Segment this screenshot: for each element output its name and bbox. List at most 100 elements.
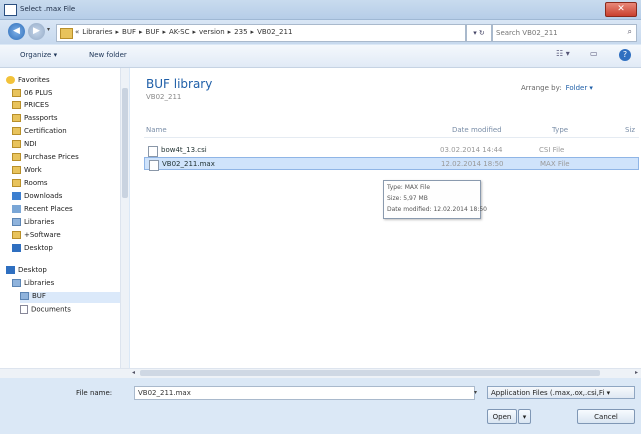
- file-name: bow4t_13.csi: [161, 146, 207, 154]
- desktop-icon: [6, 266, 15, 274]
- nav-item-libraries[interactable]: Libraries: [12, 279, 54, 290]
- breadcrumb-segment[interactable]: AK-SC: [169, 28, 190, 36]
- breadcrumb-segment[interactable]: BUF: [146, 28, 160, 36]
- new-folder-button[interactable]: New folder: [89, 51, 127, 59]
- library-title: BUF library: [146, 77, 213, 91]
- search-box[interactable]: ⌕: [492, 24, 637, 42]
- breadcrumb-segment[interactable]: 235: [234, 28, 247, 36]
- nav-item-downloads[interactable]: Downloads: [12, 192, 62, 203]
- filename-input[interactable]: [134, 386, 475, 400]
- breadcrumb-segment[interactable]: «: [75, 28, 79, 36]
- nav-item-label: Libraries: [24, 279, 55, 287]
- open-dropdown-button[interactable]: ▾: [518, 409, 531, 424]
- folder-icon: [12, 140, 21, 148]
- library-icon: [12, 279, 21, 287]
- library-icon: [20, 292, 29, 300]
- scroll-left-icon[interactable]: ◂: [132, 369, 135, 376]
- nav-item-software[interactable]: +Software: [12, 231, 61, 242]
- nav-item-label: Recent Places: [24, 205, 73, 213]
- recent-locations-dropdown[interactable]: ▾: [47, 26, 50, 33]
- file-icon: [149, 160, 159, 171]
- nav-item-rooms[interactable]: Rooms: [12, 179, 48, 190]
- search-icon[interactable]: ⌕: [628, 27, 632, 37]
- file-list-pane: BUF library VB02_211 Arrange by: Folder ▾…: [130, 68, 641, 369]
- navigation-scrollbar[interactable]: [120, 68, 129, 369]
- file-row[interactable]: VB02_211.max 12.02.2014 18:50 MAX File: [144, 157, 639, 171]
- scrollbar-thumb[interactable]: [140, 370, 600, 376]
- address-bar: ◀ ▶ ▾ «Libraries ▸ BUF ▸ BUF ▸ AK-SC ▸ version ▸ 2…: [0, 20, 641, 44]
- nav-item-label: Certification: [24, 127, 67, 135]
- cancel-button[interactable]: Cancel: [577, 409, 635, 424]
- scroll-right-icon[interactable]: ▸: [635, 369, 638, 376]
- column-header-name[interactable]: Name: [146, 126, 167, 134]
- tooltip-date: Date modified: 12.02.2014 18:50: [387, 206, 487, 213]
- breadcrumb-segment[interactable]: version: [199, 28, 225, 36]
- nav-item-buf[interactable]: BUF: [20, 292, 120, 303]
- library-icon: [12, 218, 21, 226]
- nav-item-prices[interactable]: PRICES: [12, 101, 49, 112]
- nav-item-documents[interactable]: Documents: [20, 305, 71, 316]
- open-button[interactable]: Open: [487, 409, 517, 424]
- breadcrumb-segment[interactable]: ▸: [251, 28, 255, 36]
- scrollbar-thumb[interactable]: [122, 88, 128, 198]
- downloads-icon: [12, 192, 21, 200]
- back-button[interactable]: ◀: [8, 23, 25, 40]
- nav-item-ndi[interactable]: NDI: [12, 140, 37, 151]
- column-header-size[interactable]: Siz: [625, 126, 635, 134]
- filename-dropdown-icon[interactable]: ▾: [474, 389, 477, 396]
- breadcrumb-segment[interactable]: ▸: [193, 28, 197, 36]
- nav-item-label: Desktop: [18, 266, 47, 274]
- nav-item-work[interactable]: Work: [12, 166, 42, 177]
- preview-pane-icon[interactable]: ▭: [590, 49, 598, 58]
- command-bar: Organize ▾ New folder ☷ ▾ ▭ ?: [0, 45, 641, 68]
- file-type: MAX File: [540, 160, 570, 168]
- breadcrumb-segment[interactable]: VB02_211: [257, 28, 292, 36]
- column-header-type[interactable]: Type: [552, 126, 568, 134]
- folder-icon: [60, 28, 73, 39]
- breadcrumb-segment[interactable]: Libraries: [82, 28, 112, 36]
- file-row[interactable]: bow4t_13.csi 03.02.2014 14:44 CSI File: [144, 144, 639, 157]
- organize-button[interactable]: Organize ▾: [20, 51, 57, 59]
- file-date: 03.02.2014 14:44: [440, 146, 503, 154]
- nav-item-label: Downloads: [24, 192, 63, 200]
- header-divider: [144, 137, 639, 138]
- nav-item-purchase-prices[interactable]: Purchase Prices: [12, 153, 79, 164]
- navigation-horizontal-scrollbar[interactable]: [0, 368, 130, 378]
- nav-item-desktop[interactable]: Desktop: [6, 266, 47, 277]
- nav-item-certification[interactable]: Certification: [12, 127, 67, 138]
- star-icon: [6, 76, 15, 84]
- nav-item-desktop[interactable]: Desktop: [12, 244, 53, 255]
- arrange-by-dropdown[interactable]: Folder ▾: [566, 84, 593, 92]
- library-subtitle: VB02_211: [146, 93, 182, 101]
- dialog-footer: File name: ▾ Application Files (.max,.ox…: [0, 378, 641, 434]
- breadcrumb[interactable]: «Libraries ▸ BUF ▸ BUF ▸ AK-SC ▸ version ▸ 235 ▸ VB0…: [56, 24, 466, 42]
- documents-icon: [20, 305, 28, 314]
- file-icon: [148, 146, 158, 157]
- breadcrumb-segment[interactable]: ▸: [228, 28, 232, 36]
- close-button[interactable]: ✕: [605, 2, 637, 17]
- column-header-date[interactable]: Date modified: [452, 126, 502, 134]
- forward-button[interactable]: ▶: [28, 23, 45, 40]
- nav-item-06-plus[interactable]: 06 PLUS: [12, 89, 52, 100]
- nav-item-favorites[interactable]: Favorites: [6, 76, 50, 87]
- breadcrumb-segment[interactable]: ▸: [139, 28, 143, 36]
- nav-item-label: Desktop: [24, 244, 53, 252]
- tooltip-size: Size: 5,97 MB: [387, 195, 428, 202]
- help-icon[interactable]: ?: [619, 49, 631, 61]
- folder-icon: [12, 89, 21, 97]
- filetype-select[interactable]: Application Files (.max,.ox,.csi,Fi ▾: [487, 386, 635, 399]
- nav-item-libraries[interactable]: Libraries: [12, 218, 54, 229]
- folder-icon: [12, 127, 21, 135]
- view-options-icon[interactable]: ☷ ▾: [556, 49, 570, 58]
- breadcrumb-segment[interactable]: BUF: [122, 28, 136, 36]
- nav-item-label: Purchase Prices: [24, 153, 79, 161]
- refresh-button[interactable]: ▾ ↻: [466, 24, 492, 42]
- breadcrumb-segment[interactable]: ▸: [162, 28, 166, 36]
- horizontal-scrollbar[interactable]: ◂ ▸: [130, 368, 641, 378]
- breadcrumb-segment[interactable]: ▸: [116, 28, 120, 36]
- search-input[interactable]: [496, 27, 614, 38]
- tooltip-type: Type: MAX File: [387, 184, 431, 191]
- nav-item-passports[interactable]: Passports: [12, 114, 58, 125]
- nav-item-recent-places[interactable]: Recent Places: [12, 205, 73, 216]
- folder-icon: [12, 166, 21, 174]
